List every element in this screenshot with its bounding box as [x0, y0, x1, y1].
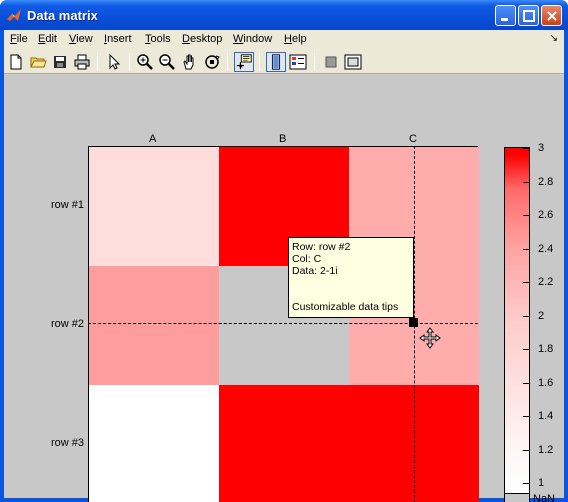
toolbar-separator — [259, 53, 260, 71]
colorbar-tick-label: 2 — [538, 309, 545, 322]
menu-help[interactable]: Help — [284, 33, 307, 45]
colorbar-gradient — [505, 148, 529, 493]
figure-toolbar — [4, 50, 564, 74]
toolbar-separator — [129, 53, 130, 71]
colorbar-tick-label: 2.4 — [538, 242, 554, 255]
menu-insert[interactable]: Insert — [104, 33, 132, 45]
colorbar-tick-label: 1.4 — [538, 410, 554, 422]
datatip-note: Customizable data tips — [292, 301, 399, 313]
pointer-icon[interactable] — [104, 52, 124, 72]
zoom-in-icon[interactable] — [135, 52, 155, 72]
colorbar-tick-label: 1.8 — [538, 343, 554, 355]
close-icon — [547, 11, 557, 21]
colorbar-tick-mark — [523, 315, 529, 317]
heatmap-cell[interactable] — [89, 266, 219, 385]
colorbar-tick-label: 2.6 — [538, 209, 554, 221]
legend-icon[interactable] — [288, 52, 308, 72]
heatmap-cell[interactable] — [89, 385, 219, 502]
maximize-button[interactable] — [518, 5, 539, 26]
datatip-marker[interactable] — [409, 318, 418, 327]
title-bar[interactable]: Data matrix — [0, 0, 568, 30]
colorbar-nan-label: NaN — [533, 493, 556, 502]
heatmap-cell[interactable] — [89, 147, 219, 266]
toolbar-separator — [227, 53, 228, 71]
pan-hand-icon[interactable] — [180, 52, 200, 72]
rotate-3d-icon[interactable] — [202, 52, 222, 72]
new-file-icon[interactable] — [6, 52, 26, 72]
datatip[interactable]: Row: row #2 Col: C Data: 2-1i Customizab… — [288, 237, 414, 318]
show-plot-tools-icon[interactable] — [343, 52, 363, 72]
colorbar-tick-mark — [523, 349, 529, 350]
menu-desktop[interactable]: Desktop — [182, 33, 222, 45]
datatip-crosshair-horizontal — [88, 323, 478, 324]
colorbar-tick-mark — [523, 483, 529, 484]
matlab-figure-window: Data matrix File Edit View Insert Tools … — [0, 0, 568, 502]
menu-tools[interactable]: Tools — [145, 33, 171, 45]
toolbar-separator — [314, 53, 315, 71]
menu-edit[interactable]: Edit — [38, 33, 57, 45]
datatip-col: Col: C — [292, 253, 322, 265]
save-icon[interactable] — [50, 52, 70, 72]
menu-bar: File Edit View Insert Tools Desktop Wind… — [4, 30, 564, 50]
row-label: row #1 — [50, 198, 84, 211]
hide-plot-tools-icon[interactable] — [321, 52, 341, 72]
print-icon[interactable] — [72, 52, 92, 72]
colorbar-tick-label: 1 — [538, 477, 545, 489]
colorbar-tick-mark — [523, 282, 529, 283]
colorbar-tick-mark — [523, 181, 529, 183]
figure-canvas[interactable]: Row: row #2 Col: C Data: 2-1i Customizab… — [4, 75, 564, 502]
colorbar-tick-label: 3 — [538, 142, 545, 154]
window-title: Data matrix — [27, 8, 98, 23]
menu-overflow-arrow[interactable]: ↘ — [550, 33, 558, 44]
colorbar-tick-mark — [523, 148, 529, 149]
colorbar-tick-mark — [523, 449, 529, 451]
menu-view[interactable]: View — [69, 33, 93, 45]
colorbar-tick-label: 2.2 — [538, 276, 554, 288]
row-label: row #2 — [50, 317, 84, 330]
maximize-icon — [523, 10, 535, 22]
menu-file[interactable]: File — [10, 33, 28, 45]
figure-client-area: File Edit View Insert Tools Desktop Wind… — [4, 30, 564, 502]
colorbar-tick-mark — [523, 215, 529, 216]
colorbar-tick-label: 2.8 — [538, 175, 554, 188]
heatmap-axes[interactable] — [88, 146, 479, 502]
colorbar-nan-swatch — [505, 493, 529, 502]
column-label: A — [149, 133, 157, 145]
datatip-row: Row: row #2 — [292, 241, 351, 253]
heatmap-cell[interactable] — [219, 385, 349, 502]
menu-window[interactable]: Window — [233, 33, 272, 45]
colorbar-tick-mark — [523, 416, 529, 417]
datatip-data: Data: 2-1i — [292, 265, 338, 277]
move-cursor-icon — [419, 327, 441, 349]
matlab-logo-icon — [7, 9, 21, 21]
colorbar-tick-label: 1.6 — [538, 376, 554, 389]
column-label: C — [409, 133, 417, 145]
open-folder-icon[interactable] — [28, 52, 48, 72]
minimize-icon — [501, 18, 508, 21]
minimize-button[interactable] — [495, 5, 516, 26]
close-button[interactable] — [541, 5, 562, 26]
data-cursor-icon[interactable] — [234, 52, 254, 72]
zoom-out-icon[interactable] — [157, 52, 177, 72]
colorbar-tick-label: 1.2 — [538, 443, 554, 456]
column-label: B — [279, 133, 287, 145]
colorbar-icon[interactable] — [266, 52, 286, 72]
colorbar-tick-mark — [523, 248, 529, 250]
toolbar-separator — [97, 53, 98, 71]
row-label: row #3 — [50, 436, 84, 449]
colorbar-tick-mark — [523, 382, 529, 384]
